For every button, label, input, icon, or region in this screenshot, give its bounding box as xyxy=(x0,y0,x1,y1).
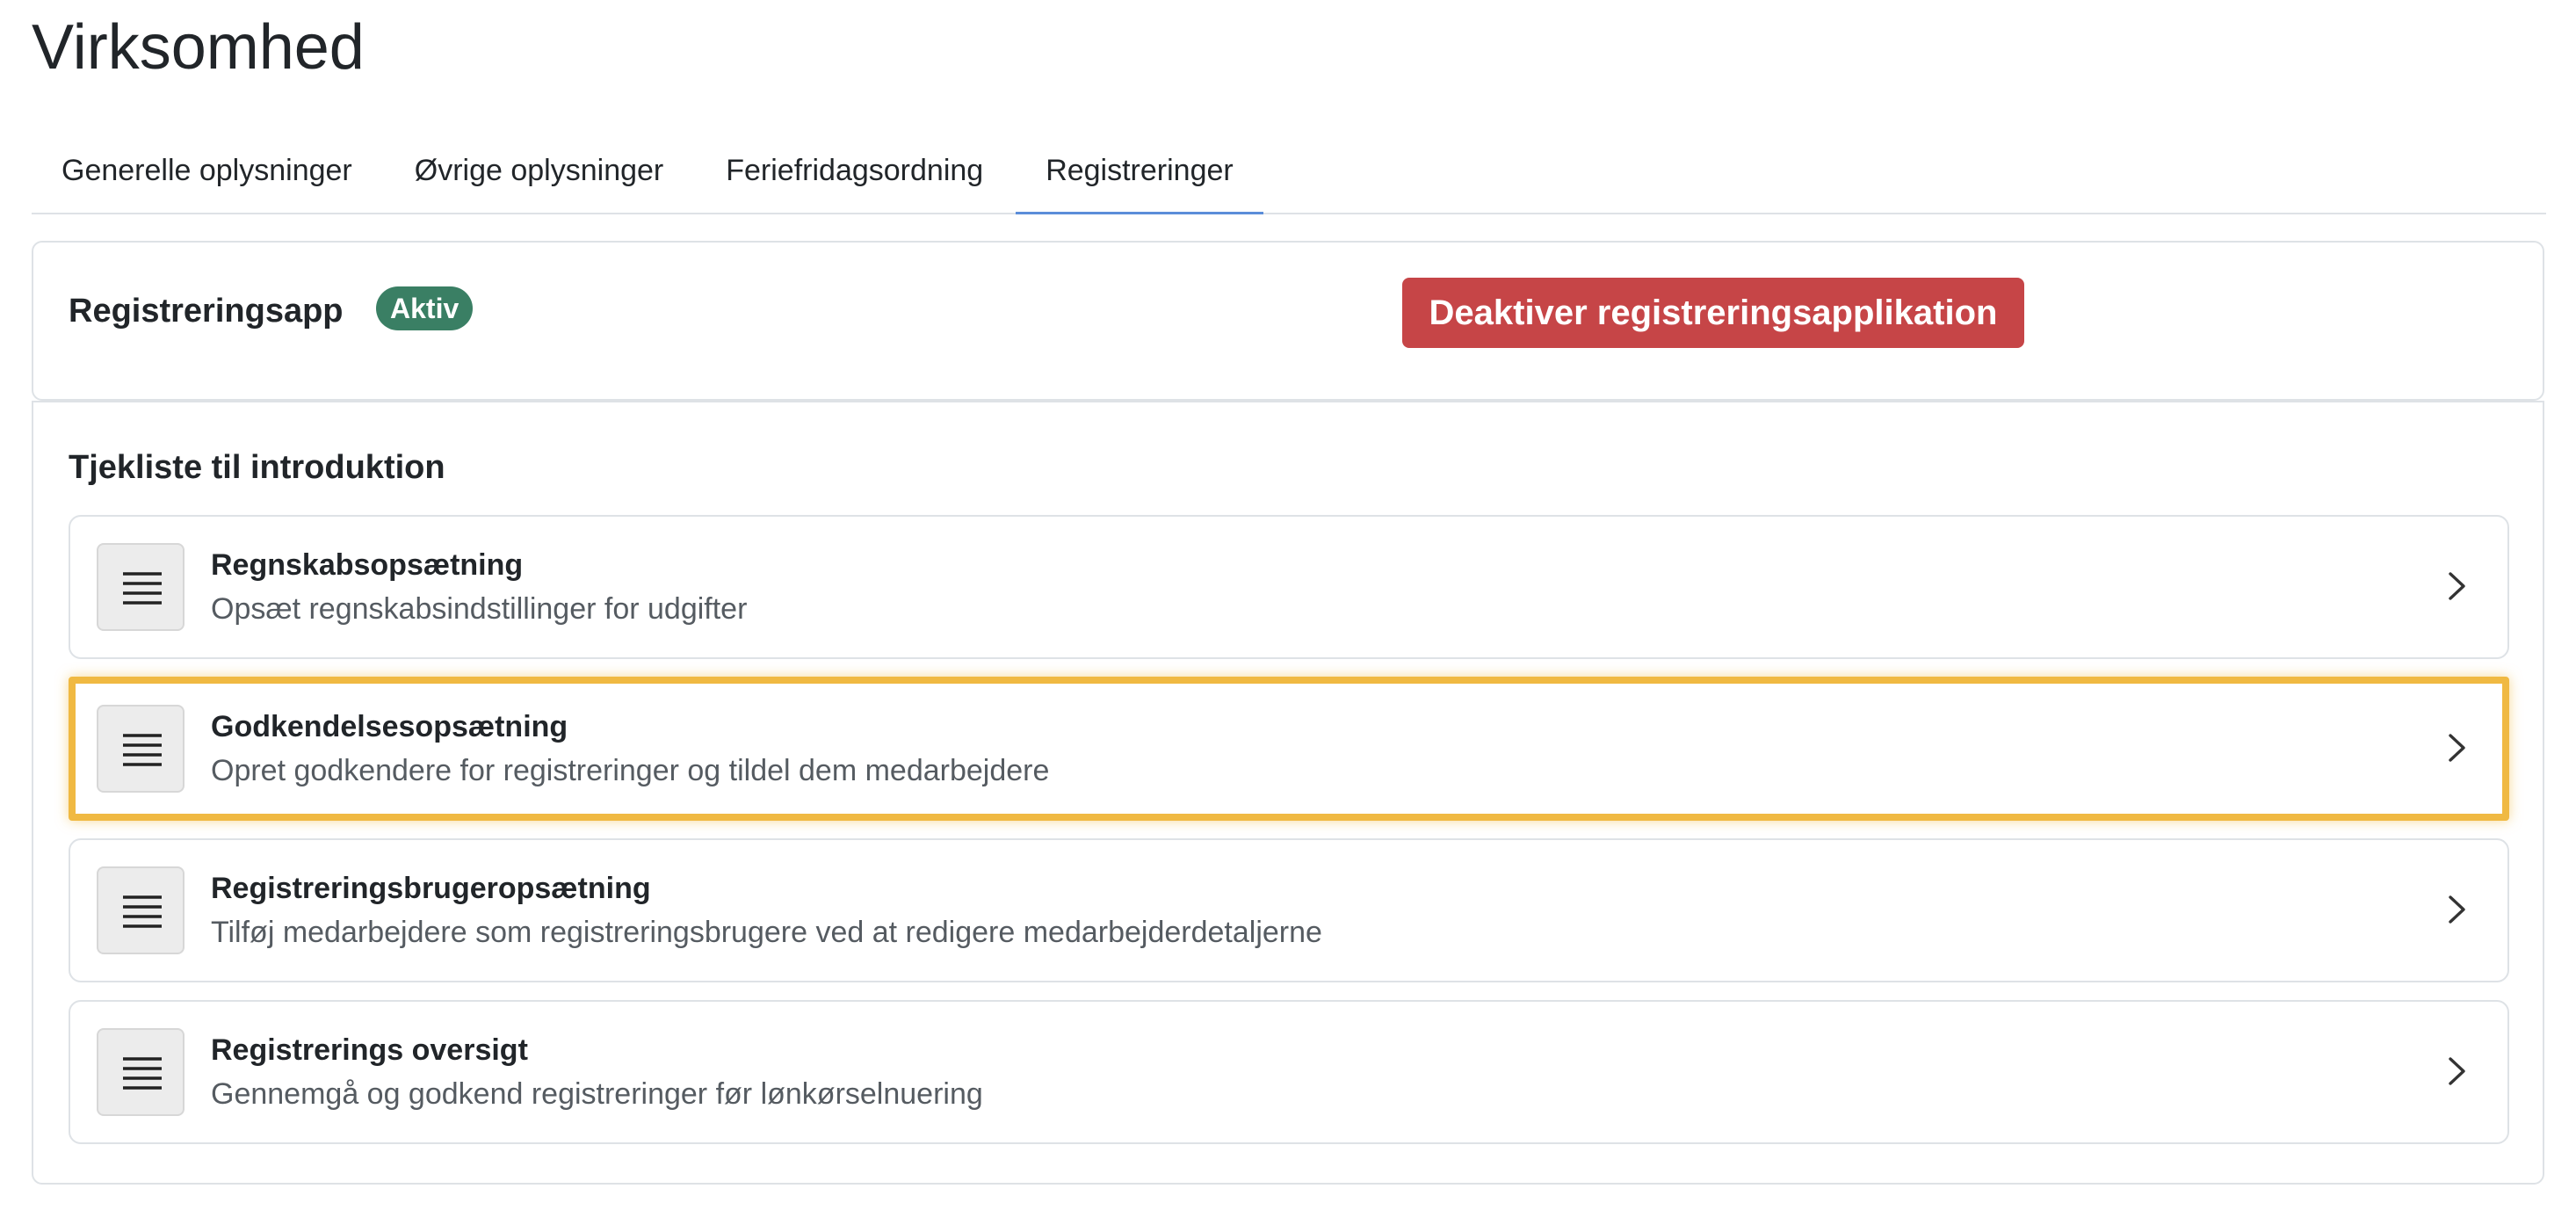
checklist-item-description: Opsæt regnskabsindstillinger for udgifte… xyxy=(211,592,748,626)
checklist-card: Tjekliste til introduktion Regnskabsopsæ… xyxy=(32,401,2544,1185)
tab-ovrige-oplysninger[interactable]: Øvrige oplysninger xyxy=(385,130,693,213)
registration-app-card: Registreringsapp Aktiv Deaktiver registr… xyxy=(32,241,2544,401)
status-badge: Aktiv xyxy=(376,286,474,330)
tab-registreringer[interactable]: Registreringer xyxy=(1016,130,1263,214)
chevron-right-icon xyxy=(2449,572,2465,600)
checklist-item-regnskabsopsaetning[interactable]: Regnskabsopsætning Opsæt regnskabsindsti… xyxy=(69,515,2509,659)
checklist-item-godkendelsesopsaetning[interactable]: Godkendelsesopsætning Opret godkendere f… xyxy=(69,677,2509,821)
checklist-item-title: Regnskabsopsætning xyxy=(211,548,524,582)
checklist-item-description: Gennemgå og godkend registreringer før l… xyxy=(211,1077,983,1111)
registration-app-title: Registreringsapp xyxy=(69,293,344,330)
checklist-item-description: Opret godkendere for registreringer og t… xyxy=(211,754,1050,787)
checklist-item-description: Tilføj medarbejdere som registreringsbru… xyxy=(211,916,1322,949)
chevron-right-icon xyxy=(2449,895,2465,924)
checklist-item-registreringsbrugeropsaetning[interactable]: Registreringsbrugeropsætning Tilføj meda… xyxy=(69,838,2509,982)
list-icon xyxy=(97,1028,185,1116)
list-icon xyxy=(97,543,185,631)
checklist-item-registrerings-oversigt[interactable]: Registrerings oversigt Gennemgå og godke… xyxy=(69,1000,2509,1144)
page-title: Virksomhed xyxy=(32,12,365,83)
chevron-right-icon xyxy=(2449,1057,2465,1085)
checklist-title: Tjekliste til introduktion xyxy=(69,449,445,486)
list-icon xyxy=(97,705,185,793)
deactivate-registration-app-button[interactable]: Deaktiver registreringsapplikation xyxy=(1402,278,2024,348)
list-icon xyxy=(97,866,185,954)
tab-bar: Generelle oplysninger Øvrige oplysninger… xyxy=(32,130,2546,214)
checklist-item-title: Registrerings oversigt xyxy=(211,1033,528,1067)
tab-feriefridagsordning[interactable]: Feriefridagsordning xyxy=(696,130,1013,213)
checklist-item-title: Registreringsbrugeropsætning xyxy=(211,872,651,905)
chevron-right-icon xyxy=(2449,734,2465,762)
checklist-item-title: Godkendelsesopsætning xyxy=(211,710,568,743)
tab-generelle-oplysninger[interactable]: Generelle oplysninger xyxy=(32,130,382,213)
